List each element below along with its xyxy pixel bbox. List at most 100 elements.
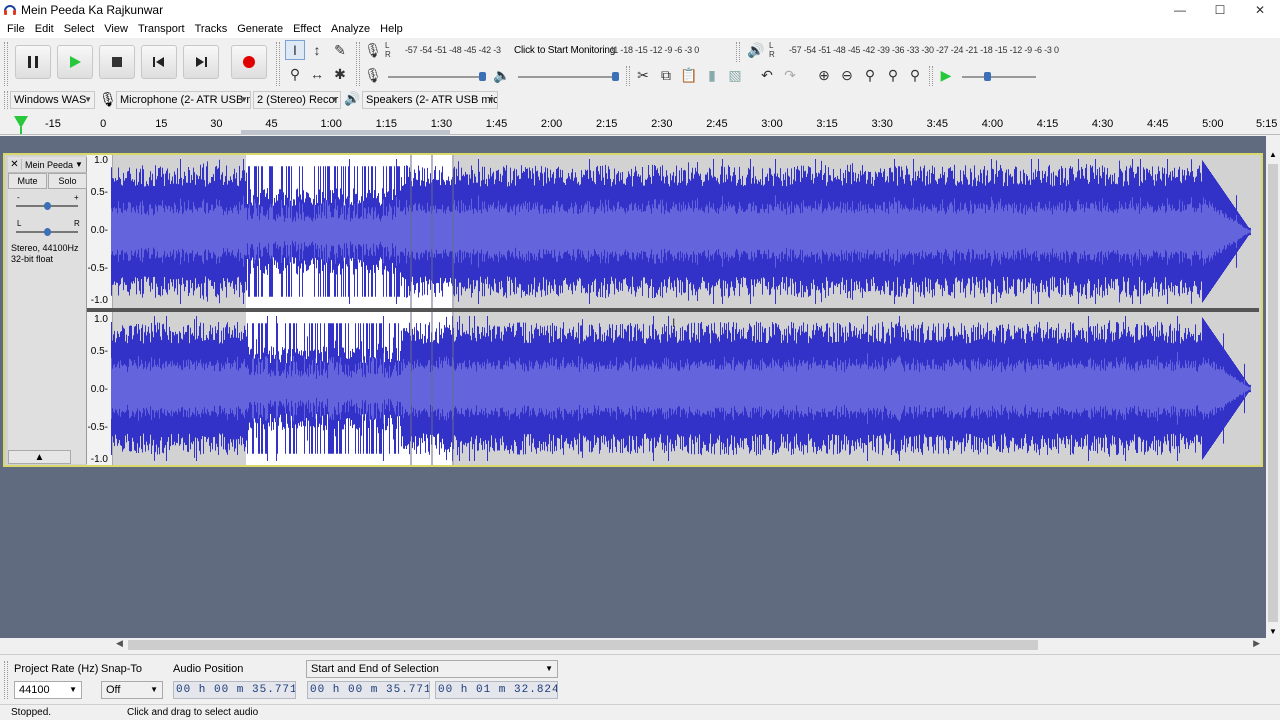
play-speed-thumb[interactable] — [984, 72, 991, 81]
fit-selection-button[interactable]: ⚲ — [860, 65, 880, 85]
recording-device-dropdown[interactable]: Microphone (2- ATR USB n ▼ — [116, 91, 251, 109]
mute-button[interactable]: Mute — [8, 173, 47, 189]
pan-slider-thumb[interactable] — [44, 228, 51, 236]
toolbar-grip[interactable] — [276, 42, 280, 86]
recording-volume-slider[interactable] — [388, 76, 486, 78]
selection-mode-value: Start and End of Selection — [311, 663, 439, 675]
play-speed-slider[interactable] — [962, 76, 1036, 78]
scale-label: -1.0 — [90, 295, 108, 306]
envelope-tool-button[interactable]: ↕ — [307, 40, 327, 60]
redo-button[interactable]: ↷ — [780, 65, 800, 85]
trim-button[interactable]: ▮ — [702, 65, 722, 85]
multi-tool-button[interactable]: ✱ — [330, 64, 350, 84]
menu-generate[interactable]: Generate — [232, 23, 288, 35]
undo-icon: ↶ — [761, 66, 773, 83]
vertical-ruler-right-channel[interactable]: 1.0 0.5- 0.0- -0.5- -1.0 — [87, 312, 113, 465]
toolbar-grip[interactable] — [356, 42, 360, 86]
record-button[interactable] — [231, 45, 267, 79]
audio-position-field[interactable]: 00 h 00 m 35.771 s — [173, 681, 296, 699]
waveform-right-channel[interactable] — [111, 312, 1259, 465]
menu-view[interactable]: View — [99, 23, 133, 35]
horizontal-scrollbar[interactable]: ◀ ▶ — [112, 638, 1266, 652]
record-meter-monitor-prompt[interactable]: Click to Start Monitoring — [514, 45, 615, 56]
snap-to-dropdown[interactable]: Off ▼ — [101, 681, 163, 699]
track-name: Mein Peeda — [25, 159, 74, 170]
zoom-in-button[interactable]: ⊕ — [814, 65, 834, 85]
scale-label: 1.0 — [94, 314, 108, 325]
menu-bar: File Edit Select View Transport Tracks G… — [0, 20, 1280, 38]
toolbar-grip[interactable] — [4, 661, 8, 699]
waveform-left-channel[interactable] — [111, 155, 1259, 308]
track-menu-chevron-icon[interactable]: ▼ — [75, 160, 87, 169]
menu-effect[interactable]: Effect — [288, 23, 326, 35]
solo-button[interactable]: Solo — [48, 173, 87, 189]
close-button[interactable]: ✕ — [1240, 0, 1280, 20]
selection-mode-dropdown[interactable]: Start and End of Selection ▼ — [306, 660, 558, 678]
play-at-speed-button[interactable]: ▶ — [936, 65, 956, 85]
record-meter-mic-button[interactable]: 🎙 — [363, 40, 383, 60]
toolbar-grip[interactable] — [4, 42, 8, 86]
playback-volume-thumb[interactable] — [612, 72, 619, 81]
toolbar-grip[interactable] — [626, 66, 630, 86]
status-hint: Click and drag to select audio — [127, 707, 259, 718]
zoom-out-button[interactable]: ⊖ — [837, 65, 857, 85]
close-track-icon[interactable]: ✕ — [8, 159, 22, 170]
vertical-scroll-thumb[interactable] — [1268, 164, 1278, 622]
scroll-up-icon[interactable]: ▲ — [1269, 150, 1277, 159]
menu-analyze[interactable]: Analyze — [326, 23, 375, 35]
track-panel[interactable]: ✕ Mein Peeda ▼ Mute Solo - + L R Stereo,… — [0, 136, 1266, 638]
vertical-ruler-left-channel[interactable]: 1.0 0.5- 0.0- -0.5- -1.0 — [87, 155, 113, 308]
gain-slider-thumb[interactable] — [44, 202, 51, 210]
audio-host-dropdown[interactable]: Windows WAS ▼ — [10, 91, 95, 109]
zoom-toggle-button[interactable]: ⚲ — [905, 65, 925, 85]
play-meter-speaker-button[interactable]: 🔊 — [746, 40, 766, 60]
menu-help[interactable]: Help — [375, 23, 408, 35]
scroll-right-icon[interactable]: ▶ — [1253, 638, 1260, 649]
stop-button[interactable] — [99, 45, 135, 79]
menu-tracks[interactable]: Tracks — [190, 23, 233, 35]
project-rate-dropdown[interactable]: 44100 ▼ — [14, 681, 82, 699]
horizontal-scroll-thumb[interactable] — [128, 640, 1038, 650]
cut-button[interactable]: ✂ — [633, 65, 653, 85]
vertical-scrollbar[interactable]: ▲ ▼ — [1266, 150, 1280, 638]
collapse-track-button[interactable]: ▲ — [8, 450, 71, 464]
toolbar-grip[interactable] — [929, 66, 933, 86]
selection-tool-button[interactable]: I — [285, 40, 305, 60]
scroll-down-icon[interactable]: ▼ — [1269, 627, 1277, 636]
timeshift-tool-button[interactable]: ↔ — [307, 64, 327, 84]
menu-file[interactable]: File — [2, 23, 30, 35]
playback-volume-slider[interactable] — [518, 76, 618, 78]
menu-edit[interactable]: Edit — [30, 23, 59, 35]
timeline-ruler[interactable]: -15 0 15 30 45 1:00 1:15 1:30 1:45 2:00 2:15 2:30 2:… — [0, 113, 1280, 135]
menu-select[interactable]: Select — [59, 23, 100, 35]
copy-icon: ⧉ — [661, 66, 671, 83]
selection-start-field[interactable]: 00 h 00 m 35.771 s — [307, 681, 430, 699]
draw-tool-button[interactable]: ✎ — [330, 40, 350, 60]
maximize-button[interactable]: ☐ — [1200, 0, 1240, 20]
skip-to-end-button[interactable] — [183, 45, 219, 79]
magnifier-icon: ⚲ — [289, 65, 301, 82]
toolbar-grip[interactable] — [736, 42, 740, 62]
audio-track[interactable]: ✕ Mein Peeda ▼ Mute Solo - + L R Stereo,… — [3, 153, 1263, 467]
skip-to-start-button[interactable] — [141, 45, 177, 79]
ruler-tick-label: 45 — [265, 118, 278, 130]
scroll-left-icon[interactable]: ◀ — [116, 638, 123, 649]
copy-button[interactable]: ⧉ — [656, 65, 676, 85]
menu-transport[interactable]: Transport — [133, 23, 190, 35]
toolbar-grip[interactable] — [4, 91, 8, 109]
channels-dropdown[interactable]: 2 (Stereo) Recor ▼ — [253, 91, 341, 109]
pause-button[interactable] — [15, 45, 51, 79]
paste-button[interactable]: 📋 — [679, 65, 699, 85]
title-bar: Mein Peeda Ka Rajkunwar — ☐ ✕ — [0, 0, 1280, 20]
recording-volume-thumb[interactable] — [479, 72, 486, 81]
minimize-button[interactable]: — — [1160, 0, 1200, 20]
silence-button[interactable]: ▧ — [725, 65, 745, 85]
undo-button[interactable]: ↶ — [757, 65, 777, 85]
zoom-tool-button[interactable]: ⚲ — [285, 64, 305, 84]
selection-end-field[interactable]: 00 h 01 m 32.824 s — [435, 681, 558, 699]
track-name-bar[interactable]: ✕ Mein Peeda ▼ — [8, 157, 87, 173]
play-button[interactable] — [57, 45, 93, 79]
playback-device-dropdown[interactable]: Speakers (2- ATR USB micr ▼ — [362, 91, 498, 109]
fit-project-button[interactable]: ⚲ — [883, 65, 903, 85]
ruler-tick-label: 5:15 — [1256, 118, 1278, 130]
